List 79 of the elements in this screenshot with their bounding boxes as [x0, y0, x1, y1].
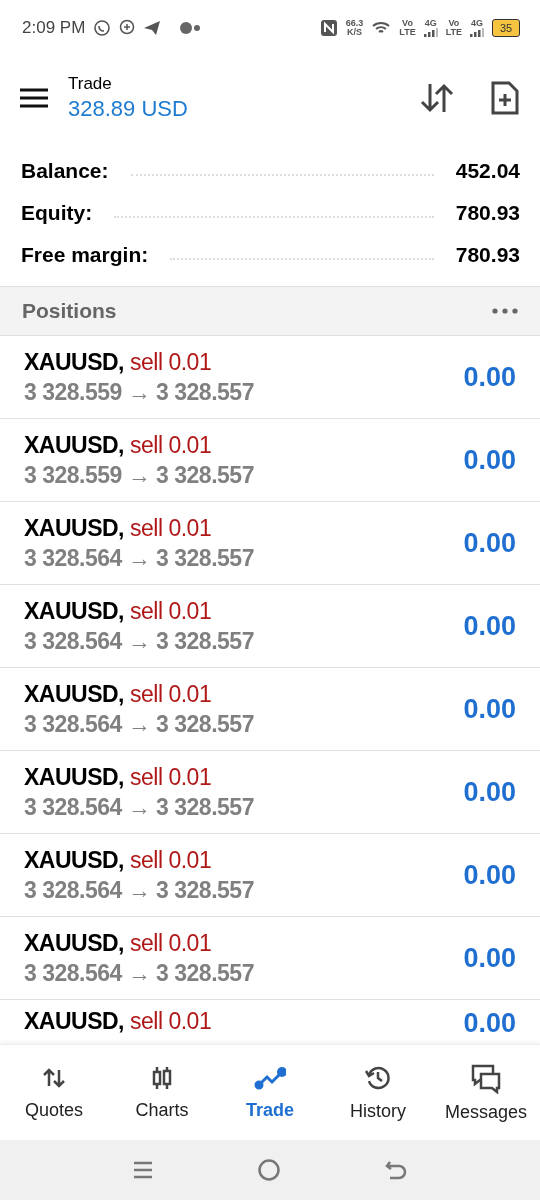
position-symbol: XAUUSD, — [24, 846, 124, 874]
position-side: sell 0.01 — [130, 929, 212, 957]
nav-tab[interactable]: Charts — [108, 1045, 216, 1140]
home-icon — [257, 1158, 281, 1182]
send-icon — [143, 19, 162, 36]
position-profit: 0.00 — [463, 1008, 516, 1039]
position-side: sell 0.01 — [130, 431, 212, 459]
more-button[interactable] — [492, 308, 518, 314]
position-profit: 0.00 — [463, 527, 516, 559]
position-prices: 3 328.564 → 3 328.557 — [24, 793, 255, 821]
position-symbol: XAUUSD, — [24, 1008, 124, 1035]
position-side: sell 0.01 — [130, 1008, 212, 1035]
recents-icon — [131, 1160, 154, 1180]
position-side: sell 0.01 — [130, 348, 212, 376]
summary-label: Balance: — [21, 159, 109, 183]
messenger-icon — [119, 18, 136, 37]
position-symbol: XAUUSD, — [24, 348, 124, 376]
position-symbol: XAUUSD, — [24, 929, 124, 957]
nav-tab[interactable]: Trade — [216, 1045, 324, 1140]
volte-label: Vo — [448, 18, 460, 28]
account-balance: 328.89 USD — [68, 95, 189, 122]
position-profit: 0.00 — [463, 859, 516, 891]
menu-icon — [20, 86, 48, 109]
position-side: sell 0.01 — [130, 514, 212, 542]
network-type: 4G — [424, 18, 437, 28]
new-document-icon — [490, 79, 520, 116]
position-profit: 0.00 — [463, 942, 516, 974]
summary-label: Free margin: — [21, 243, 149, 267]
position-profit: 0.00 — [463, 610, 516, 642]
position-prices: 3 328.564 → 3 328.557 — [24, 876, 255, 904]
summary-value: 780.93 — [455, 201, 520, 225]
signal-icon — [470, 27, 484, 37]
screen-title: Trade — [68, 73, 113, 94]
position-prices: 3 328.564 → 3 328.557 — [24, 959, 255, 987]
position-symbol: XAUUSD, — [24, 763, 124, 791]
position-prices: 3 328.564 → 3 328.557 — [24, 627, 255, 655]
status-time: 2:09 PM — [22, 17, 86, 38]
chat-icon — [93, 18, 112, 37]
position-symbol: XAUUSD, — [24, 597, 124, 625]
wifi-icon — [371, 19, 392, 36]
summary-value: 452.04 — [455, 159, 520, 183]
position-prices: 3 328.559 → 3 328.557 — [24, 461, 255, 489]
position-profit: 0.00 — [463, 776, 516, 808]
home-button[interactable] — [257, 1158, 281, 1182]
nav-tab[interactable]: Messages — [432, 1045, 540, 1140]
position-side: sell 0.01 — [130, 597, 212, 625]
position-profit: 0.00 — [463, 361, 516, 393]
summary-value: 780.93 — [455, 243, 520, 267]
lte-label: LTE — [445, 27, 462, 37]
section-title: Positions — [22, 299, 118, 323]
volte-label: Vo — [402, 18, 413, 28]
speed-unit: K/S — [347, 27, 363, 37]
position-symbol: XAUUSD, — [24, 431, 124, 459]
messages-icon — [469, 1062, 503, 1094]
nfc-icon — [319, 18, 338, 37]
nav-tab[interactable]: History — [324, 1045, 432, 1140]
more-icon — [492, 308, 518, 314]
network-speed: 66.3 — [345, 18, 364, 28]
lte-label: LTE — [399, 27, 416, 37]
position-prices: 3 328.559 → 3 328.557 — [24, 378, 255, 406]
line-chart-icon — [254, 1064, 286, 1092]
position-side: sell 0.01 — [130, 763, 212, 791]
position-symbol: XAUUSD, — [24, 514, 124, 542]
position-profit: 0.00 — [463, 444, 516, 476]
recents-button[interactable] — [131, 1160, 154, 1180]
position-prices: 3 328.564 → 3 328.557 — [24, 544, 255, 572]
position-side: sell 0.01 — [130, 846, 212, 874]
back-button[interactable] — [384, 1159, 409, 1181]
nav-tab[interactable]: Quotes — [0, 1045, 108, 1140]
back-icon — [384, 1159, 409, 1181]
position-profit: 0.00 — [463, 693, 516, 725]
network-type: 4G — [471, 18, 483, 28]
position-side: sell 0.01 — [130, 680, 212, 708]
summary-label: Equity: — [21, 201, 93, 225]
position-symbol: XAUUSD, — [24, 680, 124, 708]
sort-icon — [420, 81, 454, 114]
position-prices: 3 328.564 → 3 328.557 — [24, 710, 255, 738]
signal-icon — [423, 27, 438, 37]
battery-level: 35 — [499, 21, 513, 34]
